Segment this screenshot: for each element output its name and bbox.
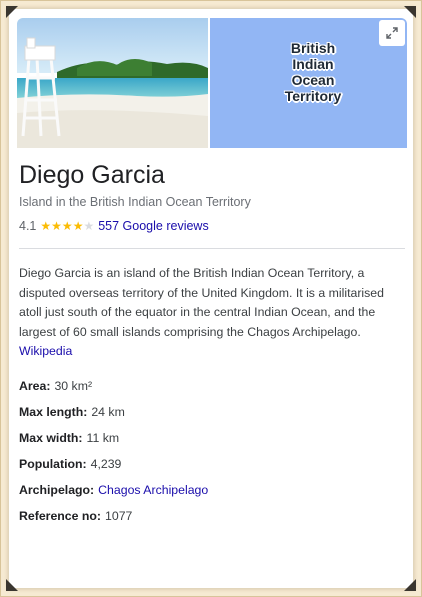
map-label-line: British: [290, 40, 336, 56]
star-filled-icon: ★: [40, 219, 52, 233]
facts-list: Area: 30 km² Max length: 24 km Max width…: [19, 373, 405, 529]
expand-icon: [386, 27, 398, 39]
fact-row: Archipelago: Chagos Archipelago: [19, 477, 405, 503]
fact-value: 11 km: [86, 431, 120, 445]
knowledge-panel: British Indian Ocean Territory Diego Gar…: [8, 8, 414, 589]
fact-key: Max width:: [19, 431, 83, 445]
star-filled-icon: ★: [61, 219, 73, 233]
beach-photo[interactable]: [17, 18, 208, 148]
territory-map[interactable]: British Indian Ocean Territory: [210, 18, 407, 148]
beach-photo-image: [17, 18, 208, 148]
star-filled-icon: ★: [72, 219, 84, 233]
description: Diego Garcia is an island of the British…: [19, 264, 403, 362]
archipelago-link[interactable]: Chagos Archipelago: [98, 483, 208, 497]
fact-row: Population: 4,239: [19, 451, 405, 477]
fact-value: 4,239: [90, 457, 122, 471]
fact-row: Max width: 11 km: [19, 425, 405, 451]
fact-key: Reference no:: [19, 509, 102, 523]
rating-value: 4.1: [19, 219, 37, 233]
fact-key: Max length:: [19, 405, 88, 419]
star-rating: ★ ★ ★ ★ ★: [40, 220, 94, 232]
map-label-line: Territory: [284, 88, 342, 104]
star-filled-icon: ★: [51, 219, 62, 233]
fact-row: Area: 30 km²: [19, 373, 405, 399]
place-subtitle: Island in the British Indian Ocean Terri…: [19, 195, 251, 209]
divider: [19, 248, 405, 249]
fact-value: 1077: [105, 509, 133, 523]
reviews-link[interactable]: 557 Google reviews: [98, 219, 208, 233]
description-text: Diego Garcia is an island of the British…: [19, 266, 384, 339]
fact-row: Reference no: 1077: [19, 503, 405, 529]
star-empty-icon: ★: [83, 219, 95, 233]
fact-value: 24 km: [91, 405, 125, 419]
rating-row: 4.1 ★ ★ ★ ★ ★ 557 Google reviews: [19, 219, 209, 233]
fact-row: Max length: 24 km: [19, 399, 405, 425]
fact-key: Archipelago:: [19, 483, 95, 497]
wikipedia-link[interactable]: Wikipedia: [19, 342, 403, 362]
fact-key: Population:: [19, 457, 87, 471]
fact-key: Area:: [19, 379, 51, 393]
map-territory-label: British Indian Ocean Territory: [268, 40, 358, 104]
expand-map-button[interactable]: [379, 20, 405, 46]
place-title: Diego Garcia: [19, 161, 165, 189]
map-label-line: Ocean: [291, 72, 335, 88]
fact-value: 30 km²: [54, 379, 93, 393]
map-label-line: Indian: [292, 56, 334, 72]
hero-images: British Indian Ocean Territory: [17, 18, 407, 148]
